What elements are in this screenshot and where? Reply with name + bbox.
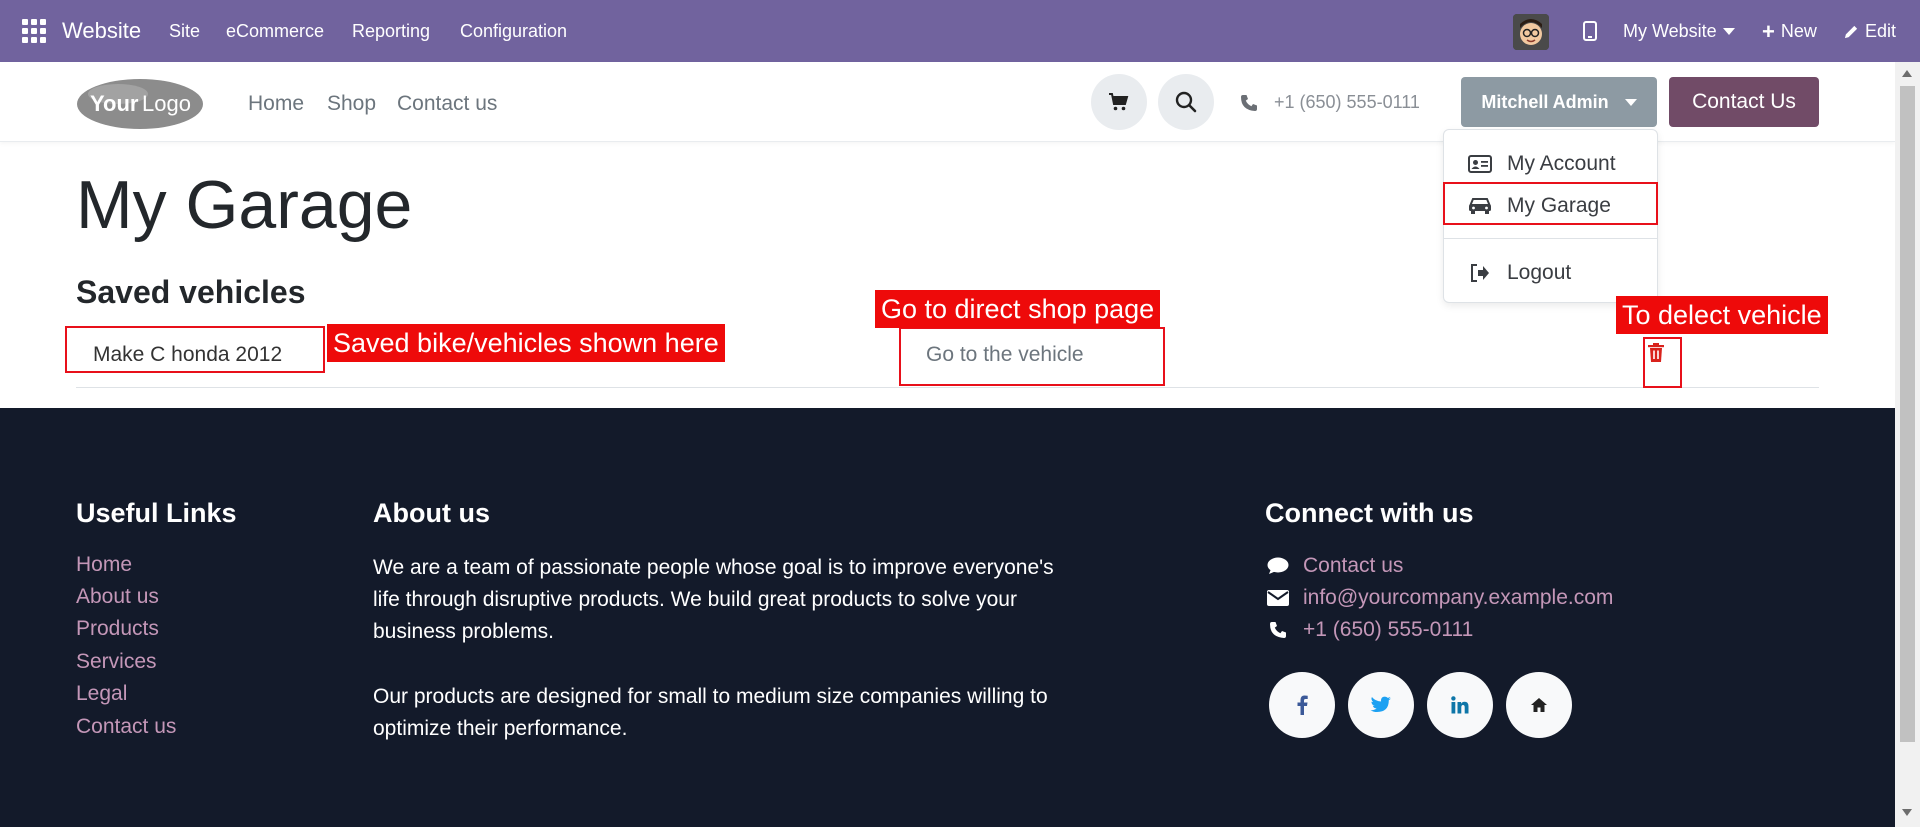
footer-about-line: We are a team of passionate people whose… bbox=[373, 556, 1054, 579]
search-icon bbox=[1175, 91, 1197, 113]
footer-link-contact-us[interactable]: Contact us bbox=[76, 715, 176, 739]
user-avatar[interactable] bbox=[1513, 14, 1549, 50]
home-button[interactable] bbox=[1506, 672, 1572, 738]
website-selector-label: My Website bbox=[1623, 21, 1717, 41]
footer-link-about-us[interactable]: About us bbox=[76, 585, 159, 609]
footer-about-line: optimize their performance. bbox=[373, 717, 628, 740]
admin-top-bar: Website Site eCommerce Reporting Configu… bbox=[0, 0, 1920, 62]
twitter-button[interactable] bbox=[1348, 672, 1414, 738]
facebook-button[interactable] bbox=[1269, 672, 1335, 738]
dropdown-divider bbox=[1444, 238, 1657, 239]
phone-icon bbox=[1265, 621, 1291, 639]
company-logo[interactable]: Your Logo bbox=[76, 76, 204, 130]
apps-grid-icon[interactable] bbox=[22, 19, 46, 43]
chevron-down-icon bbox=[1624, 98, 1637, 106]
new-button[interactable]: + New bbox=[1762, 18, 1817, 44]
footer-phone[interactable]: +1 (650) 555-0111 bbox=[1265, 618, 1473, 642]
new-label: New bbox=[1780, 21, 1817, 41]
linkedin-icon bbox=[1451, 696, 1469, 714]
app-brand[interactable]: Website bbox=[62, 18, 141, 44]
website-selector[interactable]: My Website bbox=[1623, 21, 1735, 42]
nav-contact-us[interactable]: Contact us bbox=[397, 92, 497, 116]
edit-button[interactable]: Edit bbox=[1844, 21, 1896, 42]
header-phone-number: +1 (650) 555-0111 bbox=[1274, 92, 1420, 112]
footer-link-home[interactable]: Home bbox=[76, 553, 132, 577]
contact-us-button[interactable]: Contact Us bbox=[1669, 77, 1819, 127]
annotation-vehicle-box bbox=[65, 326, 325, 373]
footer-connect-title: Connect with us bbox=[1265, 498, 1474, 528]
envelope-icon bbox=[1265, 590, 1291, 606]
mobile-preview-icon[interactable] bbox=[1583, 21, 1597, 41]
footer-email-label: info@yourcompany.example.com bbox=[1303, 586, 1614, 609]
pencil-icon bbox=[1844, 25, 1858, 39]
menu-ecommerce[interactable]: eCommerce bbox=[226, 21, 324, 42]
footer-email[interactable]: info@yourcompany.example.com bbox=[1265, 586, 1613, 610]
user-menu-button[interactable]: Mitchell Admin bbox=[1461, 77, 1657, 127]
nav-home[interactable]: Home bbox=[248, 92, 304, 116]
footer-about-line: business problems. bbox=[373, 620, 554, 643]
page-scrollbar[interactable] bbox=[1895, 62, 1920, 827]
annotation-delete-label: To delect vehicle bbox=[1616, 296, 1828, 334]
phone-icon bbox=[1241, 94, 1257, 111]
vehicle-row-divider bbox=[76, 387, 1819, 388]
header-phone[interactable]: +1 (650) 555-0111 bbox=[1240, 92, 1420, 113]
search-button[interactable] bbox=[1158, 74, 1214, 130]
annotation-my-garage-box bbox=[1443, 182, 1658, 225]
footer-about-title: About us bbox=[373, 498, 490, 528]
id-card-icon bbox=[1467, 155, 1493, 173]
scroll-down-icon[interactable] bbox=[1902, 809, 1912, 816]
facebook-icon bbox=[1297, 695, 1308, 715]
sign-out-icon bbox=[1467, 264, 1493, 282]
footer-useful-links-title: Useful Links bbox=[76, 498, 237, 528]
dropdown-logout-label: Logout bbox=[1507, 261, 1572, 284]
linkedin-button[interactable] bbox=[1427, 672, 1493, 738]
menu-reporting[interactable]: Reporting bbox=[352, 21, 430, 42]
footer-link-products[interactable]: Products bbox=[76, 617, 159, 641]
footer-about-line: Our products are designed for small to m… bbox=[373, 685, 1048, 708]
dropdown-my-account-label: My Account bbox=[1507, 152, 1616, 175]
footer-contact-us[interactable]: Contact us bbox=[1265, 554, 1403, 578]
saved-vehicles-heading: Saved vehicles bbox=[76, 274, 306, 310]
edit-label: Edit bbox=[1865, 21, 1897, 41]
footer-link-services[interactable]: Services bbox=[76, 650, 157, 674]
user-menu-label: Mitchell Admin bbox=[1481, 91, 1609, 112]
scroll-thumb[interactable] bbox=[1900, 86, 1915, 742]
annotation-vehicles-label: Saved bike/vehicles shown here bbox=[327, 324, 725, 362]
footer-contact-us-label: Contact us bbox=[1303, 554, 1404, 577]
svg-text:Logo: Logo bbox=[142, 91, 191, 116]
menu-site[interactable]: Site bbox=[169, 21, 200, 42]
cart-button[interactable] bbox=[1091, 74, 1147, 130]
scroll-up-icon[interactable] bbox=[1902, 70, 1912, 77]
footer-about-line: life through disruptive products. We bui… bbox=[373, 588, 1017, 611]
site-footer: Useful Links Home About us Products Serv… bbox=[0, 408, 1895, 827]
dropdown-my-account[interactable]: My Account bbox=[1444, 143, 1657, 185]
footer-phone-label: +1 (650) 555-0111 bbox=[1303, 618, 1474, 641]
chevron-down-icon bbox=[1722, 28, 1735, 35]
annotation-delete-box bbox=[1643, 337, 1682, 388]
comment-icon bbox=[1265, 557, 1291, 575]
dropdown-logout[interactable]: Logout bbox=[1444, 252, 1657, 294]
home-icon bbox=[1531, 698, 1547, 712]
footer-link-legal[interactable]: Legal bbox=[76, 682, 127, 706]
plus-icon: + bbox=[1762, 18, 1775, 44]
svg-text:Your: Your bbox=[90, 91, 139, 116]
twitter-icon bbox=[1370, 696, 1391, 712]
page-title: My Garage bbox=[76, 167, 413, 243]
annotation-link-box bbox=[899, 327, 1165, 386]
cart-icon bbox=[1109, 93, 1129, 111]
nav-shop[interactable]: Shop bbox=[327, 92, 376, 116]
annotation-shop-page-label: Go to direct shop page bbox=[875, 290, 1161, 328]
menu-configuration[interactable]: Configuration bbox=[460, 21, 567, 42]
